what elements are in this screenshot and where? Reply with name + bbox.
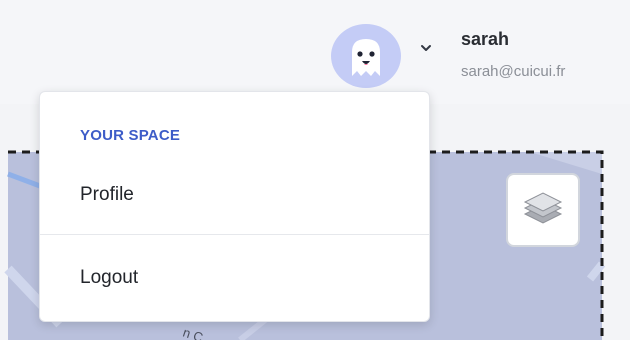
- user-name: sarah: [461, 29, 510, 49]
- layers-icon: [523, 192, 563, 224]
- menu-divider: [40, 234, 429, 235]
- menu-item-logout[interactable]: Logout: [40, 250, 429, 306]
- user-email: sarah@cuicui.fr: [461, 63, 566, 80]
- section-title-your-space: YOUR SPACE: [80, 127, 181, 144]
- layers-button[interactable]: [506, 173, 580, 247]
- ghost-avatar-icon: [352, 39, 380, 76]
- user-avatar[interactable]: [331, 24, 401, 88]
- top-bar: sarah sarah@cuicui.fr: [0, 0, 630, 105]
- chevron-down-icon[interactable]: [418, 40, 434, 56]
- menu-item-profile[interactable]: Profile: [40, 167, 429, 223]
- user-dropdown-menu: YOUR SPACE Profile Logout: [39, 91, 430, 322]
